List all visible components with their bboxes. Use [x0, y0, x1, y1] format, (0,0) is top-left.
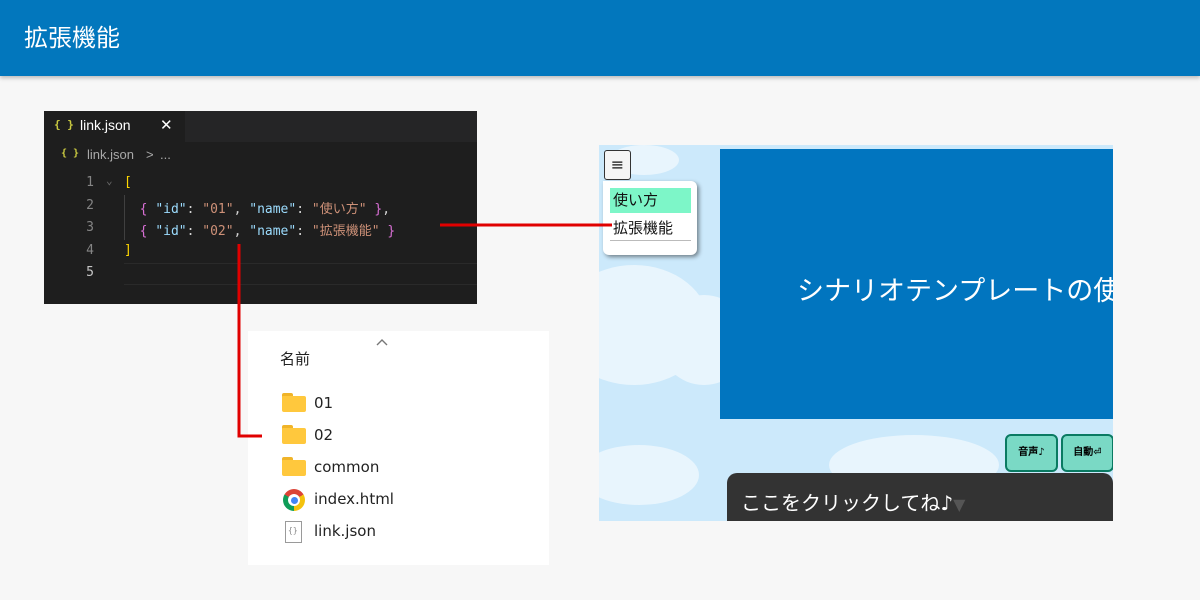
line-number: 2	[86, 197, 94, 213]
breadcrumb-more[interactable]: ...	[160, 147, 171, 162]
fold-chevron-icon[interactable]: ⌄	[106, 174, 113, 187]
file-name: link.json	[314, 522, 376, 540]
sort-up-icon	[376, 339, 388, 346]
code-line: 2 { "id": "01", "name": "使い方" },	[44, 196, 477, 219]
list-item[interactable]: index.html	[282, 487, 522, 513]
message-window[interactable]: ここをクリックしてね♪▼	[727, 473, 1113, 521]
current-line-highlight	[124, 263, 477, 285]
close-icon[interactable]: ✕	[160, 116, 173, 134]
breadcrumb-file[interactable]: link.json	[87, 147, 134, 162]
code-area[interactable]: 1 ⌄ [ 2 { "id": "01", "name": "使い方" }, 3…	[44, 173, 477, 286]
line-number: 4	[86, 242, 94, 258]
file-name: index.html	[314, 490, 394, 508]
list-item[interactable]: common	[282, 455, 522, 481]
cloud-shape	[599, 445, 699, 505]
column-header-name[interactable]: 名前	[280, 339, 388, 369]
menu-item-usage[interactable]: 使い方	[610, 188, 691, 213]
code-line: 5	[44, 263, 477, 286]
list-item[interactable]: 01	[282, 391, 522, 417]
auto-button[interactable]: 自動⏎	[1061, 434, 1113, 472]
line-number: 1	[86, 175, 94, 190]
list-item[interactable]: 02	[282, 423, 522, 449]
file-name: 02	[314, 426, 334, 444]
code-line-3: { "id": "02", "name": "拡張機能" }	[139, 224, 396, 239]
tab-label: link.json	[80, 117, 131, 133]
header-bar: 拡張機能	[0, 0, 1200, 76]
chrome-icon	[282, 489, 307, 511]
code-line-2: { "id": "01", "name": "使い方" },	[139, 201, 391, 217]
code-text: ]	[124, 243, 132, 258]
list-item[interactable]: {} link.json	[282, 519, 522, 545]
editor-tab-bar: { } link.json ✕	[44, 111, 477, 142]
folder-icon	[282, 393, 307, 413]
column-header-label: 名前	[280, 350, 311, 368]
json-file-icon: { }	[61, 148, 80, 159]
line-number: 3	[86, 220, 94, 235]
json-file-icon: { }	[54, 118, 74, 131]
file-explorer: 名前 01 02 common index.html {} link.json	[248, 331, 549, 565]
tab-link-json[interactable]: { } link.json ✕	[44, 111, 185, 142]
code-line: 1 ⌄ [	[44, 173, 477, 196]
file-name: 01	[314, 394, 334, 412]
folder-icon	[282, 457, 307, 477]
message-label: ここをクリックしてね♪	[741, 491, 954, 515]
message-text: ここをクリックしてね♪▼	[741, 487, 965, 516]
menu-item-extensions[interactable]: 拡張機能	[610, 216, 691, 241]
page-title: 拡張機能	[24, 24, 120, 52]
voice-button[interactable]: 音声♪	[1005, 434, 1058, 472]
code-editor: { } link.json ✕ { } link.json > ... 1 ⌄ …	[44, 111, 477, 304]
code-text: [	[124, 175, 132, 190]
line-number: 5	[86, 265, 94, 280]
file-name: common	[314, 458, 380, 476]
breadcrumb: { } link.json > ...	[44, 147, 477, 167]
scene-title: シナリオテンプレートの使	[797, 276, 1113, 306]
json-file-icon: {}	[282, 521, 307, 543]
code-line-4: ]	[124, 242, 132, 258]
scene-screen[interactable]: シナリオテンプレートの使	[720, 149, 1113, 419]
code-line: 4 ]	[44, 241, 477, 264]
menu-panel: 使い方 拡張機能	[603, 181, 697, 255]
code-line-1: [	[124, 175, 132, 190]
code-line: 3 { "id": "02", "name": "拡張機能" }	[44, 218, 477, 241]
breadcrumb-separator: >	[146, 147, 154, 162]
next-caret-icon: ▼	[953, 495, 966, 514]
game-preview: シナリオテンプレートの使 ≡ 使い方 拡張機能 音声♪ 自動⏎ ここをクリックし…	[599, 145, 1113, 521]
menu-button[interactable]: ≡	[604, 150, 631, 180]
folder-icon	[282, 425, 307, 445]
